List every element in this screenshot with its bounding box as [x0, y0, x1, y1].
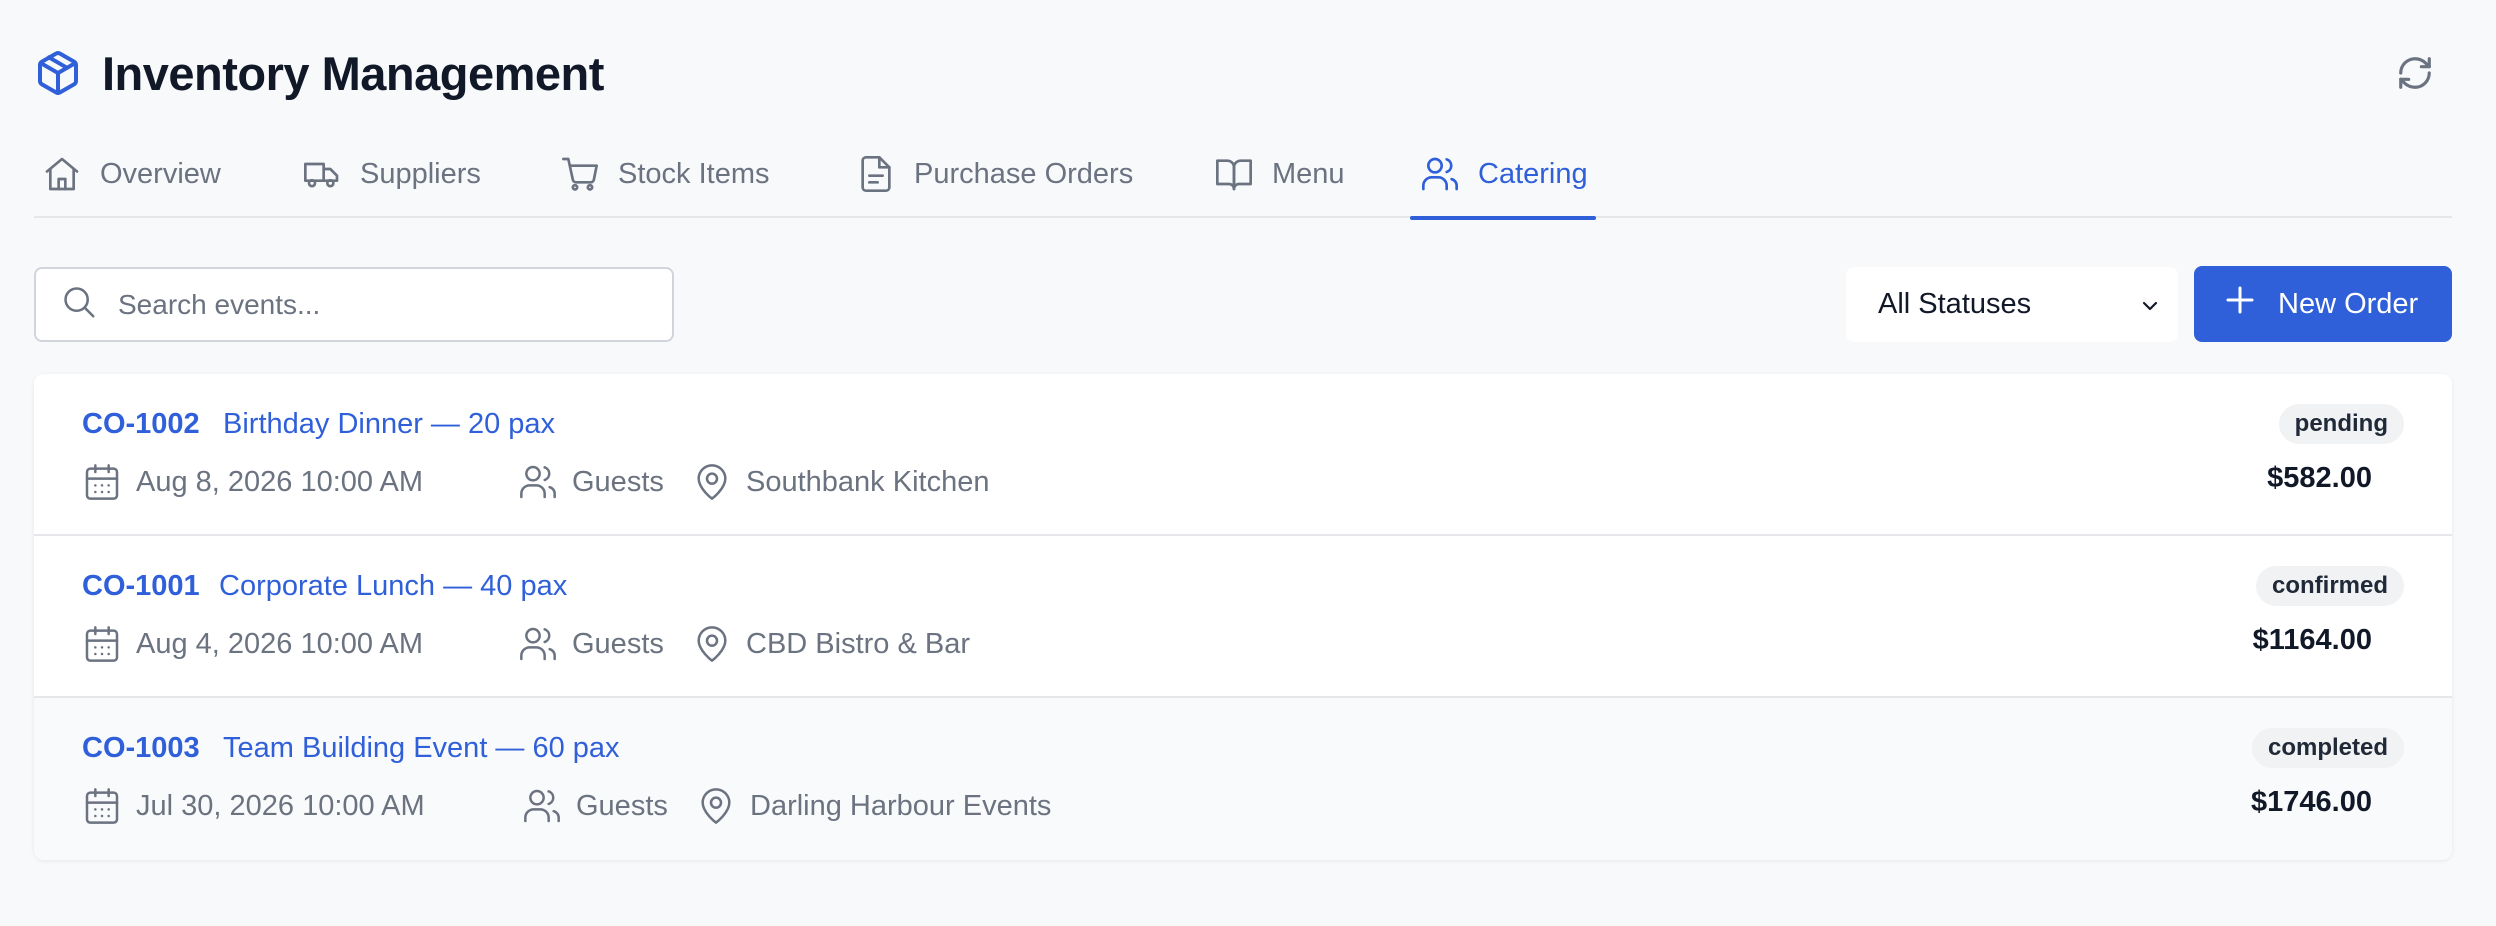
- map-pin-icon: [692, 624, 732, 664]
- app-root: Inventory Management Overview Suppliers …: [0, 0, 2496, 926]
- event-venue: Southbank Kitchen: [692, 462, 989, 502]
- order-id: CO-1002: [82, 408, 200, 440]
- document-icon: [856, 154, 896, 194]
- map-pin-icon: [696, 786, 736, 826]
- users-icon: [1420, 154, 1460, 194]
- event-date-text: Aug 4, 2026 10:00 AM: [136, 627, 423, 660]
- tab-label: Purchase Orders: [914, 157, 1134, 190]
- status-filter-value: All Statuses: [1878, 288, 2032, 320]
- search-icon: [60, 283, 98, 326]
- cart-icon: [560, 154, 600, 194]
- users-icon: [518, 624, 558, 664]
- tab-overview[interactable]: Overview: [42, 130, 221, 218]
- tab-catering[interactable]: Catering: [1410, 130, 1596, 220]
- event-venue: CBD Bistro & Bar: [692, 624, 970, 664]
- map-pin-icon: [692, 462, 732, 502]
- list-item[interactable]: CO-1002 Birthday Dinner — 20 pax Aug 8, …: [34, 374, 2452, 536]
- tab-bar: Overview Suppliers Stock Items Purchase …: [34, 130, 2452, 220]
- tab-label: Stock Items: [618, 157, 770, 190]
- catering-order-list: CO-1002 Birthday Dinner — 20 pax Aug 8, …: [34, 374, 2452, 860]
- refresh-icon: [2396, 54, 2434, 97]
- users-icon: [518, 462, 558, 502]
- event-venue-text: Darling Harbour Events: [750, 789, 1052, 822]
- calendar-icon: [82, 462, 122, 502]
- event-name: Corporate Lunch — 40 pax: [219, 570, 568, 602]
- order-id: CO-1001: [82, 570, 200, 602]
- book-icon: [1214, 154, 1254, 194]
- chevron-down-icon: [2138, 293, 2162, 317]
- event-venue-text: Southbank Kitchen: [746, 465, 990, 498]
- event-name: Birthday Dinner — 20 pax: [223, 408, 556, 440]
- status-badge: completed: [2251, 728, 2404, 768]
- tab-suppliers[interactable]: Suppliers: [302, 130, 481, 218]
- order-amount: $1164.00: [2252, 624, 2372, 656]
- event-guests: Guests: [522, 786, 668, 826]
- tab-label: Suppliers: [360, 157, 481, 190]
- tab-purchase-orders[interactable]: Purchase Orders: [856, 130, 1133, 218]
- event-venue-text: CBD Bistro & Bar: [746, 627, 970, 660]
- page-title: Inventory Management: [102, 46, 604, 100]
- event-date: Jul 30, 2026 10:00 AM: [82, 786, 425, 826]
- list-item[interactable]: CO-1001 Corporate Lunch — 40 pax Aug 4, …: [34, 536, 2452, 698]
- event-guests: Guests: [518, 462, 664, 502]
- event-name: Team Building Event — 60 pax: [223, 732, 620, 764]
- list-item[interactable]: CO-1003 Team Building Event — 60 pax Jul…: [34, 698, 2452, 860]
- truck-icon: [302, 154, 342, 194]
- event-venue: Darling Harbour Events: [696, 786, 1051, 826]
- search-input[interactable]: [118, 288, 658, 321]
- tab-label: Menu: [1272, 157, 1345, 190]
- event-date-text: Aug 8, 2026 10:00 AM: [136, 465, 423, 498]
- order-amount: $582.00: [2267, 462, 2372, 494]
- event-guests-text: Guests: [572, 465, 664, 498]
- new-order-label: New Order: [2278, 287, 2419, 320]
- calendar-icon: [82, 786, 122, 826]
- event-guests-text: Guests: [572, 627, 664, 660]
- plus-icon: [2194, 282, 2278, 326]
- refresh-button[interactable]: [2394, 54, 2436, 96]
- tab-label: Overview: [100, 157, 221, 190]
- status-filter-select[interactable]: All Statuses: [1846, 267, 2178, 342]
- order-amount: $1746.00: [2251, 786, 2372, 818]
- event-guests: Guests: [518, 624, 664, 664]
- tab-label: Catering: [1478, 157, 1588, 190]
- event-date: Aug 8, 2026 10:00 AM: [82, 462, 423, 502]
- event-date-text: Jul 30, 2026 10:00 AM: [136, 789, 425, 822]
- search-box: [34, 267, 674, 342]
- tab-stock-items[interactable]: Stock Items: [560, 130, 770, 218]
- event-date: Aug 4, 2026 10:00 AM: [82, 624, 423, 664]
- event-guests-text: Guests: [576, 789, 668, 822]
- new-order-button[interactable]: New Order: [2194, 266, 2452, 342]
- status-badge: pending: [2278, 404, 2404, 444]
- tab-menu[interactable]: Menu: [1214, 130, 1345, 218]
- home-icon: [42, 154, 82, 194]
- package-icon: [34, 49, 82, 97]
- app-header: Inventory Management: [34, 42, 604, 104]
- users-icon: [522, 786, 562, 826]
- calendar-icon: [82, 624, 122, 664]
- status-badge: confirmed: [2255, 566, 2404, 606]
- order-id: CO-1003: [82, 732, 200, 764]
